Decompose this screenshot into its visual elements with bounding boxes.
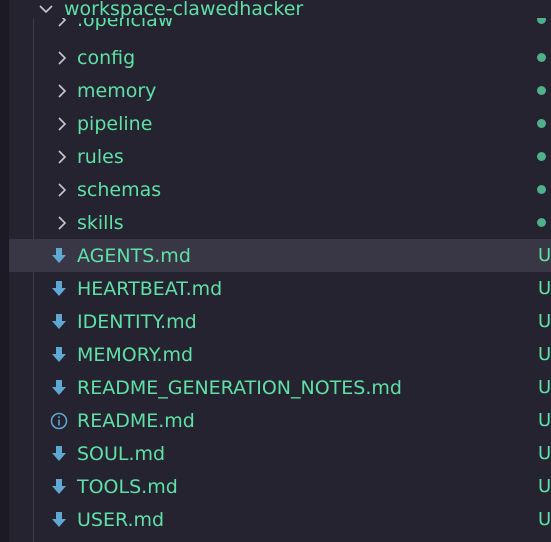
untracked-status-badge: U bbox=[538, 410, 551, 431]
chevron-right-icon bbox=[52, 213, 72, 233]
folder-row-openclaw[interactable]: .openclaw bbox=[9, 18, 551, 36]
folder-row-memory[interactable]: memory bbox=[9, 74, 551, 107]
file-row-tools[interactable]: TOOLS.md U bbox=[9, 470, 551, 503]
modified-dot bbox=[537, 185, 546, 194]
file-label: TOOLS.md bbox=[77, 475, 178, 498]
file-label: SOUL.md bbox=[77, 442, 166, 465]
folder-label: skills bbox=[77, 211, 124, 234]
file-label: MEMORY.md bbox=[77, 343, 194, 366]
download-arrow-icon bbox=[49, 279, 69, 299]
file-row-heartbeat[interactable]: HEARTBEAT.md U bbox=[9, 272, 551, 305]
folder-row-config[interactable]: config bbox=[9, 41, 551, 74]
left-gutter bbox=[0, 0, 9, 542]
modified-dot bbox=[537, 53, 546, 62]
file-row-user[interactable]: USER.md U bbox=[9, 503, 551, 536]
download-arrow-icon bbox=[49, 312, 69, 332]
untracked-status-badge: U bbox=[538, 245, 551, 266]
folder-row-skills[interactable]: skills bbox=[9, 206, 551, 239]
file-row-readme[interactable]: README.md U bbox=[9, 404, 551, 437]
modified-dot bbox=[537, 218, 546, 227]
chevron-right-icon bbox=[52, 18, 72, 30]
info-icon bbox=[49, 411, 69, 431]
download-arrow-icon bbox=[49, 477, 69, 497]
file-label: AGENTS.md bbox=[77, 244, 191, 267]
modified-dot bbox=[537, 119, 546, 128]
chevron-right-icon bbox=[52, 48, 72, 68]
download-arrow-icon bbox=[49, 378, 69, 398]
chevron-right-icon bbox=[52, 147, 72, 167]
folder-label: memory bbox=[77, 79, 157, 102]
file-label: USER.md bbox=[77, 508, 165, 531]
modified-dot bbox=[537, 18, 546, 24]
file-row-identity[interactable]: IDENTITY.md U bbox=[9, 305, 551, 338]
file-row-soul[interactable]: SOUL.md U bbox=[9, 437, 551, 470]
folder-label: workspace-clawedhacker bbox=[64, 0, 304, 20]
untracked-status-badge: U bbox=[538, 377, 551, 398]
chevron-right-icon bbox=[52, 180, 72, 200]
download-arrow-icon bbox=[49, 444, 69, 464]
download-arrow-icon bbox=[49, 345, 69, 365]
chevron-right-icon bbox=[52, 114, 72, 134]
untracked-status-badge: U bbox=[538, 344, 551, 365]
file-row-readme-generation-notes[interactable]: README_GENERATION_NOTES.md U bbox=[9, 371, 551, 404]
folder-label: schemas bbox=[77, 178, 162, 201]
folder-row-pipeline[interactable]: pipeline bbox=[9, 107, 551, 140]
folder-label: rules bbox=[77, 145, 124, 168]
chevron-right-icon bbox=[52, 81, 72, 101]
untracked-status-badge: U bbox=[538, 311, 551, 332]
chevron-down-icon bbox=[36, 0, 56, 19]
file-label: README_GENERATION_NOTES.md bbox=[77, 376, 402, 399]
untracked-status-badge: U bbox=[538, 509, 551, 530]
folder-label: .openclaw bbox=[77, 18, 174, 31]
file-explorer: workspace-clawedhacker .openclaw config … bbox=[0, 0, 551, 542]
modified-dot bbox=[537, 86, 546, 95]
download-arrow-icon bbox=[49, 246, 69, 266]
file-label: IDENTITY.md bbox=[77, 310, 197, 333]
folder-row-workspace-root[interactable]: workspace-clawedhacker bbox=[9, 0, 551, 20]
file-row-memory[interactable]: MEMORY.md U bbox=[9, 338, 551, 371]
untracked-status-badge: U bbox=[538, 443, 551, 464]
folder-row-schemas[interactable]: schemas bbox=[9, 173, 551, 206]
modified-dot bbox=[537, 152, 546, 161]
untracked-status-badge: U bbox=[538, 476, 551, 497]
untracked-status-badge: U bbox=[538, 278, 551, 299]
folder-label: pipeline bbox=[77, 112, 153, 135]
folder-label: config bbox=[77, 46, 136, 69]
file-row-agents[interactable]: AGENTS.md U bbox=[9, 239, 551, 272]
download-arrow-icon bbox=[49, 510, 69, 530]
file-label: HEARTBEAT.md bbox=[77, 277, 223, 300]
file-label: README.md bbox=[77, 409, 195, 432]
folder-row-rules[interactable]: rules bbox=[9, 140, 551, 173]
